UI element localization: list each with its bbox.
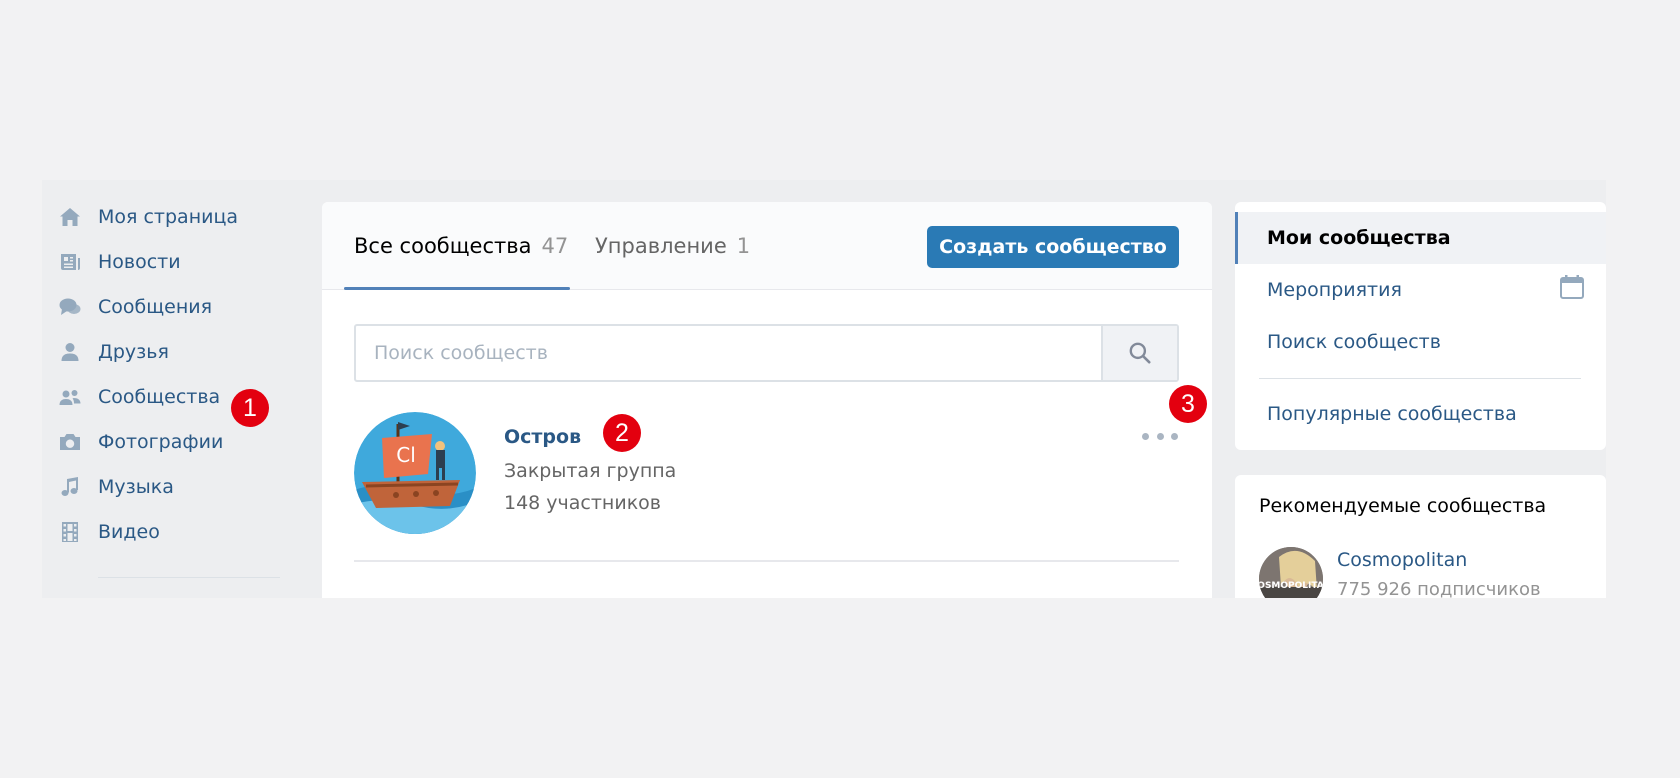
active-tab-underline — [344, 287, 570, 290]
nav-item-label: Музыка — [98, 475, 174, 498]
left-navigation: Моя страница Новости Сообщения Друзья Со… — [56, 194, 296, 554]
recommended-subscribers: 775 926 подписчиков — [1337, 579, 1541, 598]
tabs-bar: Все сообщества 47 Управление 1 Создать с… — [322, 202, 1212, 290]
side-menu: Мои сообщества Мероприятия Поиск сообщес… — [1235, 202, 1606, 450]
row-divider — [354, 560, 1179, 562]
nav-item-messages[interactable]: Сообщения — [56, 284, 296, 329]
side-item-my-communities[interactable]: Мои сообщества — [1235, 212, 1606, 264]
film-icon — [56, 518, 84, 546]
nav-item-label: Сообщества — [98, 385, 221, 408]
search-icon — [1129, 342, 1151, 364]
search-input[interactable] — [356, 326, 1101, 380]
calendar-icon[interactable] — [1559, 274, 1585, 300]
nav-item-label: Видео — [98, 520, 160, 543]
news-icon — [56, 248, 84, 276]
dot-icon — [1156, 432, 1164, 440]
dot-icon — [1142, 432, 1149, 440]
nav-divider — [98, 577, 280, 578]
nav-item-video[interactable]: Видео — [56, 509, 296, 554]
nav-item-label: Моя страница — [98, 205, 239, 228]
community-search — [354, 324, 1179, 382]
svg-text:COSMOPOLITAN: COSMOPOLITAN — [1259, 581, 1323, 591]
home-icon — [56, 203, 84, 231]
nav-item-label: Сообщения — [98, 295, 213, 318]
dot-icon — [1171, 432, 1178, 440]
nav-item-music[interactable]: Музыка — [56, 464, 296, 509]
group-row: Cl Остров Закрытая группа 148 участников — [354, 412, 1179, 548]
nav-item-photos[interactable]: Фотографии — [56, 419, 296, 464]
annotation-marker-2: 2 — [603, 414, 641, 452]
communities-panel: Все сообщества 47 Управление 1 Создать с… — [322, 202, 1212, 598]
svg-text:Cl: Cl — [396, 443, 416, 467]
recommended-communities: Рекомендуемые сообщества COSMOPOLITAN Co… — [1235, 475, 1606, 598]
side-item-search-communities[interactable]: Поиск сообществ — [1235, 316, 1606, 368]
music-note-icon — [56, 473, 84, 501]
group-name-link[interactable]: Остров — [504, 426, 581, 448]
friend-icon — [56, 338, 84, 366]
camera-icon — [56, 428, 84, 456]
nav-item-label: Фотографии — [98, 430, 224, 453]
nav-item-news[interactable]: Новости — [56, 239, 296, 284]
app-window: Моя страница Новости Сообщения Друзья Со… — [42, 180, 1606, 598]
tab-label: Все сообщества — [354, 234, 532, 258]
annotation-marker-1: 1 — [231, 389, 269, 427]
recommended-name-link[interactable]: Cosmopolitan — [1337, 549, 1467, 571]
tab-label: Управление — [595, 234, 727, 258]
communities-icon — [56, 383, 84, 411]
side-item-popular-communities[interactable]: Популярные сообщества — [1235, 388, 1606, 440]
side-divider — [1259, 378, 1581, 379]
tab-count: 47 — [541, 234, 569, 258]
search-button[interactable] — [1101, 326, 1177, 380]
group-avatar[interactable]: Cl — [354, 412, 476, 534]
annotation-marker-3: 3 — [1169, 385, 1207, 423]
tab-management[interactable]: Управление 1 — [595, 202, 750, 290]
messages-icon — [56, 293, 84, 321]
create-community-button[interactable]: Создать сообщество — [927, 226, 1179, 268]
nav-item-label: Друзья — [98, 340, 169, 363]
cosmopolitan-avatar[interactable]: COSMOPOLITAN — [1259, 547, 1323, 598]
group-type: Закрытая группа — [504, 460, 677, 482]
recommended-title: Рекомендуемые сообщества — [1259, 495, 1547, 517]
tab-all-communities[interactable]: Все сообщества 47 — [354, 202, 568, 290]
group-members-count: 148 участников — [504, 492, 662, 514]
nav-item-my-page[interactable]: Моя страница — [56, 194, 296, 239]
side-item-events[interactable]: Мероприятия — [1235, 264, 1606, 316]
nav-item-label: Новости — [98, 250, 181, 273]
more-actions-button[interactable] — [1142, 426, 1178, 446]
nav-item-friends[interactable]: Друзья — [56, 329, 296, 374]
tab-count: 1 — [736, 234, 751, 258]
